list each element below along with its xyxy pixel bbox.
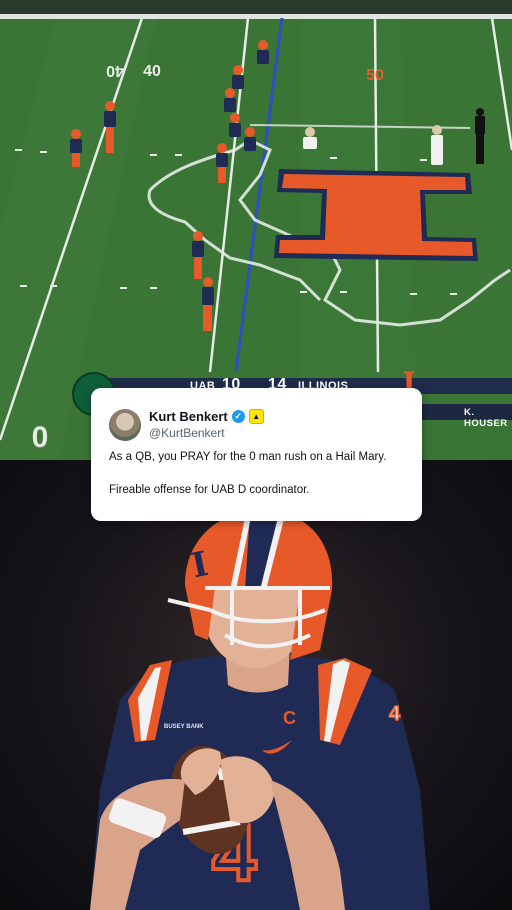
player-name-label: K. HOUSER	[464, 407, 508, 429]
yard-number-bottom-left: 0	[32, 421, 49, 454]
affiliation-badge-icon: ▲	[248, 409, 264, 424]
tweet-text-line-1: As a QB, you PRAY for the 0 man rush on …	[109, 451, 387, 463]
author-name[interactable]: Kurt Benkert	[149, 409, 228, 424]
tweet-text-line-2: Fireable offense for UAB D coordinator.	[109, 484, 310, 496]
yard-number-left: 40	[106, 62, 124, 79]
tweet-card[interactable]: Kurt Benkert ✓ ▲ @KurtBenkert As a QB, y…	[91, 388, 422, 521]
quarterback-illustration: 4 C BUSEY BANK 4 I	[0, 460, 512, 910]
author-handle[interactable]: @KurtBenkert	[149, 426, 225, 440]
captain-patch: C	[283, 708, 296, 728]
tweet-author: Kurt Benkert ✓ ▲	[149, 409, 264, 424]
yard-number-right: 50	[366, 67, 384, 84]
sleeve-number: 4	[389, 703, 401, 725]
player-photo: 4 C BUSEY BANK 4 I	[0, 460, 512, 910]
yard-number-left-small: 40	[143, 63, 161, 80]
sponsor-patch: BUSEY BANK	[164, 724, 204, 730]
avatar[interactable]	[109, 409, 141, 441]
verified-badge-icon: ✓	[231, 410, 245, 423]
